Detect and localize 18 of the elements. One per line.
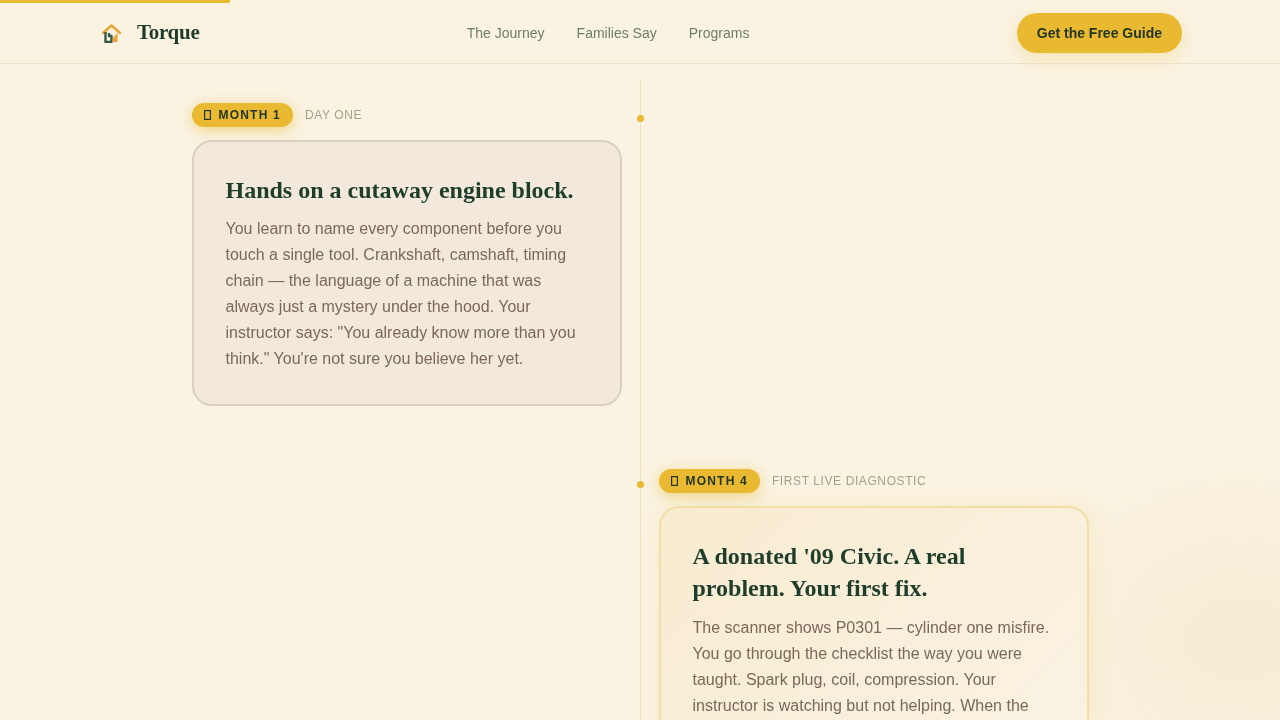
card-title: Hands on a cutaway engine block. — [225, 176, 575, 205]
month-number: MONTH 1 — [218, 107, 281, 124]
brand-name: Torque — [137, 19, 200, 47]
house-icon — [102, 23, 121, 43]
nav-link[interactable]: Families Say — [576, 22, 657, 44]
card-text: You learn to name every component before you touch a single tool. Crankshaft, camshaft, timing chain — the language of a machine that was always just a mystery under the hood. Your instructor says: "You already know more than you think." You're not sure you believe her yet. — [225, 219, 577, 369]
nav-link[interactable]: Programs — [688, 22, 750, 44]
card-text: The scanner shows P0301 — cylinder one misfire. You go through the checklist the way you were taught. Spark plug, coil, compression. Your instructor is watching but not helping. When the — [692, 618, 1051, 716]
card-title: A donated '09 Civic. A real problem. Your first fix. — [692, 542, 967, 603]
timeline-dot-icon — [636, 115, 644, 122]
get-guide-button[interactable]: Get the Free Guide — [1016, 13, 1182, 53]
milestone-label: FIRST LIVE DIAGNOSTIC — [771, 473, 927, 490]
month-number: MONTH 4 — [685, 473, 748, 490]
nav-link[interactable]: The Journey — [466, 22, 545, 44]
timeline-dot-icon — [636, 481, 644, 488]
milestone-label: DAY ONE — [304, 107, 362, 124]
square-outline-icon — [203, 110, 211, 120]
square-outline-icon — [670, 476, 678, 486]
